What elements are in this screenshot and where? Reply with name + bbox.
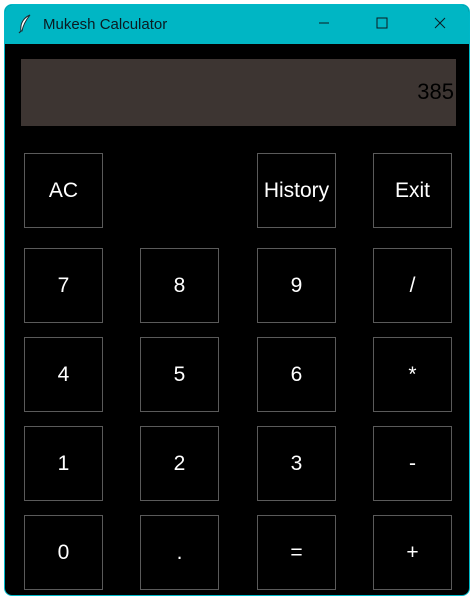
history-button[interactable]: History: [257, 153, 336, 228]
close-icon: [434, 16, 446, 34]
digit-5-button[interactable]: 5: [140, 337, 219, 412]
decimal-button[interactable]: .: [140, 515, 219, 590]
digit-0-button[interactable]: 0: [24, 515, 103, 590]
digit-9-button[interactable]: 9: [257, 248, 336, 323]
calculator-window: Mukesh Calculator 385 AC History Exit 7 …: [4, 4, 470, 596]
divide-button[interactable]: /: [373, 248, 452, 323]
equals-button[interactable]: =: [257, 515, 336, 590]
display-value: 385: [417, 79, 454, 104]
maximize-icon: [376, 16, 388, 34]
digit-8-button[interactable]: 8: [140, 248, 219, 323]
close-button[interactable]: [411, 5, 469, 44]
minimize-icon: [318, 16, 330, 34]
title-bar[interactable]: Mukesh Calculator: [5, 5, 469, 44]
subtract-button[interactable]: -: [373, 426, 452, 501]
maximize-button[interactable]: [353, 5, 411, 44]
digit-7-button[interactable]: 7: [24, 248, 103, 323]
clear-button[interactable]: AC: [24, 153, 103, 228]
minimize-button[interactable]: [295, 5, 353, 44]
add-button[interactable]: +: [373, 515, 452, 590]
exit-button[interactable]: Exit: [373, 153, 452, 228]
digit-3-button[interactable]: 3: [257, 426, 336, 501]
digit-6-button[interactable]: 6: [257, 337, 336, 412]
digit-4-button[interactable]: 4: [24, 337, 103, 412]
digit-2-button[interactable]: 2: [140, 426, 219, 501]
feather-icon: [17, 14, 33, 34]
calculator-display: 385: [21, 59, 456, 126]
digit-1-button[interactable]: 1: [24, 426, 103, 501]
window-title: Mukesh Calculator: [43, 16, 168, 33]
multiply-button[interactable]: *: [373, 337, 452, 412]
